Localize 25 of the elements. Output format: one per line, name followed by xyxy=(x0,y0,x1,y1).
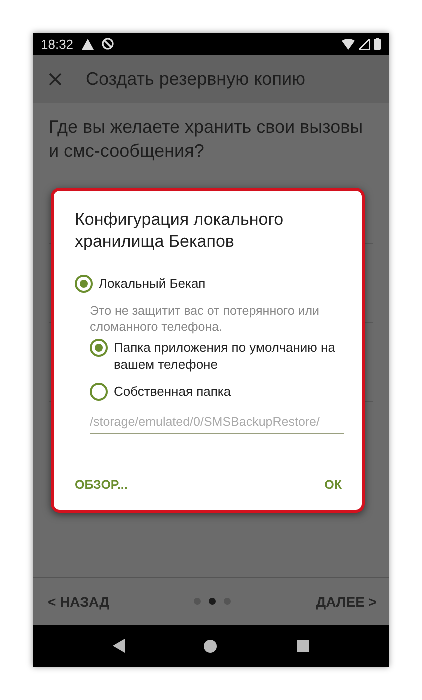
dialog-button[interactable]: ОК xyxy=(324,474,342,496)
home-icon[interactable] xyxy=(204,640,218,652)
radio-button[interactable] xyxy=(90,383,108,401)
question-text: Где вы желаете хранить свои вызовы и смс-сообщения? xyxy=(49,116,364,163)
dialog-title: Конфигурация локального хранилища Бекапов xyxy=(75,209,285,253)
recents-icon[interactable] xyxy=(297,640,310,652)
close-icon[interactable] xyxy=(49,72,62,86)
status-time: 18:32 xyxy=(41,36,74,52)
option-label: Локальный Бекап xyxy=(99,275,206,292)
option-label: Собственная папка xyxy=(114,383,232,400)
sync-off-icon xyxy=(102,38,114,50)
radio-button[interactable] xyxy=(75,275,93,293)
wifi-icon xyxy=(342,38,355,50)
radio-option[interactable]: Собственная папка xyxy=(90,383,342,401)
back-icon[interactable] xyxy=(112,639,125,653)
battery-icon xyxy=(374,38,381,50)
next-link[interactable]: ДАЛЕЕ > xyxy=(316,594,377,610)
back-link[interactable]: < НАЗАД xyxy=(48,594,110,610)
warning-icon xyxy=(82,38,94,50)
signal-icon xyxy=(359,38,370,50)
radio-option[interactable]: Локальный Бекап xyxy=(75,275,342,293)
dialog-button[interactable]: ОБЗОР... xyxy=(75,474,128,496)
screen-title: Создать резервную копию xyxy=(86,68,306,90)
radio-button[interactable] xyxy=(90,339,108,357)
option-note: Это не защитит вас от потерянного или сломанного телефона. xyxy=(90,303,321,335)
